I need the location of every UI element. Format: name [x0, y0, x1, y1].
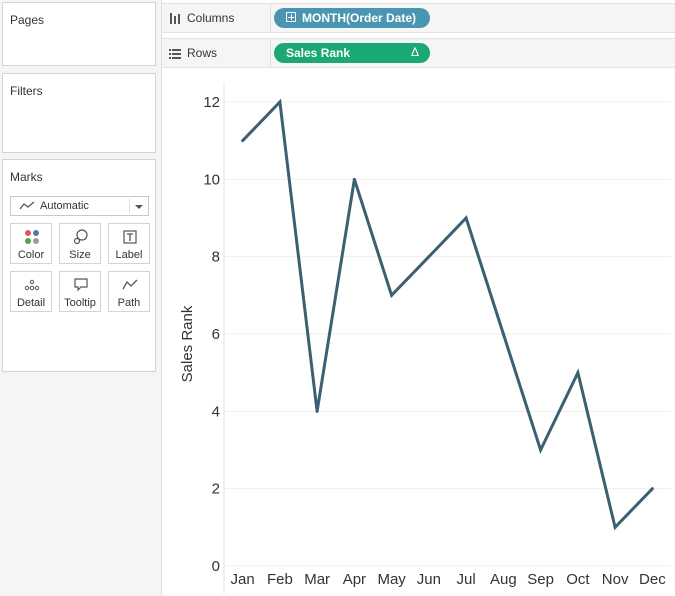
x-tick-label: Nov: [602, 571, 629, 588]
label-button-label: Label: [115, 249, 143, 261]
filters-card[interactable]: Filters: [2, 73, 156, 153]
detail-button[interactable]: Detail: [10, 271, 52, 312]
x-tick-label: Apr: [343, 571, 366, 588]
marks-title: Marks: [10, 170, 43, 184]
y-axis-ticks: 0 2 4 6 8 10 12: [203, 94, 220, 575]
y-tick-label: 12: [203, 94, 220, 111]
x-tick-label: Jun: [417, 571, 441, 588]
x-tick-label: Sep: [527, 571, 554, 588]
x-tick-label: Oct: [566, 571, 590, 588]
detail-button-label: Detail: [16, 297, 46, 309]
columns-shelf[interactable]: Columns MONTH(Order Date): [162, 3, 675, 33]
y-tick-label: 2: [212, 481, 220, 498]
mark-type-dropdown[interactable]: Automatic: [10, 196, 149, 216]
y-tick-label: 6: [212, 326, 220, 343]
x-tick-label: Aug: [490, 571, 517, 588]
filters-title: Filters: [10, 84, 43, 98]
color-button[interactable]: Color: [10, 223, 52, 264]
y-tick-label: 8: [212, 249, 220, 266]
data-point[interactable]: [464, 216, 468, 220]
x-tick-label: Jul: [457, 571, 476, 588]
data-point[interactable]: [352, 177, 356, 181]
shelf-divider: [270, 39, 271, 67]
data-point[interactable]: [613, 525, 617, 529]
color-icon: [25, 230, 39, 244]
side-panel: Pages Filters Marks Automatic Color Size…: [0, 0, 162, 596]
gridlines: [223, 82, 671, 594]
x-tick-label: Dec: [639, 571, 666, 588]
line-chart[interactable]: 0 2 4 6 8 10 12 Jan Feb Mar Apr May Jun Jul Aug Sep Oct…: [162, 72, 675, 596]
detail-icon: [24, 279, 40, 291]
data-point[interactable]: [539, 448, 543, 452]
chevron-down-icon[interactable]: [135, 205, 143, 209]
rows-shelf[interactable]: Rows Sales Rank Δ: [162, 38, 675, 68]
label-icon: [123, 230, 137, 244]
y-tick-label: 10: [203, 171, 220, 188]
tooltip-button-label: Tooltip: [64, 297, 96, 309]
pages-card[interactable]: Pages: [2, 2, 156, 66]
dropdown-divider: [129, 199, 130, 213]
columns-pill-label: MONTH(Order Date): [302, 11, 417, 25]
size-button[interactable]: Size: [59, 223, 101, 264]
y-tick-label: 4: [212, 403, 220, 420]
data-point[interactable]: [650, 487, 654, 491]
x-tick-label: Jan: [231, 571, 255, 588]
rows-label: Rows: [187, 46, 218, 60]
color-button-label: Color: [17, 249, 45, 261]
sales-rank-line[interactable]: [241, 98, 654, 531]
data-point[interactable]: [576, 371, 580, 375]
label-button[interactable]: Label: [108, 223, 150, 264]
size-button-label: Size: [69, 249, 91, 261]
rows-pill-label: Sales Rank: [286, 46, 351, 60]
rows-icon: [169, 49, 181, 59]
data-point[interactable]: [241, 139, 245, 143]
path-button[interactable]: Path: [108, 271, 150, 312]
x-axis-ticks: Jan Feb Mar Apr May Jun Jul Aug Sep Oct Nov Dec: [231, 571, 667, 588]
data-point[interactable]: [427, 255, 431, 259]
data-point[interactable]: [501, 332, 505, 336]
data-point[interactable]: [390, 293, 394, 297]
mark-type-label: Automatic: [40, 200, 89, 212]
size-icon: [73, 229, 88, 245]
data-points: [241, 100, 654, 529]
shelf-divider: [270, 4, 271, 32]
path-icon: [122, 279, 138, 290]
chart-view[interactable]: 0 2 4 6 8 10 12 Jan Feb Mar Apr May Jun Jul Aug Sep Oct…: [162, 72, 675, 596]
y-axis-title: Sales Rank: [179, 305, 196, 382]
data-point[interactable]: [278, 100, 282, 104]
columns-label: Columns: [187, 11, 235, 25]
path-button-label: Path: [117, 297, 141, 309]
marks-card: Marks Automatic Color Size Label Detail …: [2, 159, 156, 372]
sales-rank-pill[interactable]: Sales Rank Δ: [274, 43, 430, 63]
data-point[interactable]: [315, 409, 319, 413]
line-mark-icon: [19, 201, 35, 210]
table-calc-delta-icon: Δ: [410, 45, 419, 59]
x-tick-label: Mar: [304, 571, 330, 588]
columns-icon: [170, 13, 180, 24]
y-tick-label: 0: [212, 558, 220, 575]
x-tick-label: May: [377, 571, 406, 588]
tooltip-button[interactable]: Tooltip: [59, 271, 101, 312]
tooltip-icon: [74, 278, 88, 292]
expand-icon[interactable]: [286, 12, 296, 22]
pages-title: Pages: [10, 13, 45, 27]
x-tick-label: Feb: [267, 571, 293, 588]
month-order-date-pill[interactable]: MONTH(Order Date): [274, 8, 430, 28]
